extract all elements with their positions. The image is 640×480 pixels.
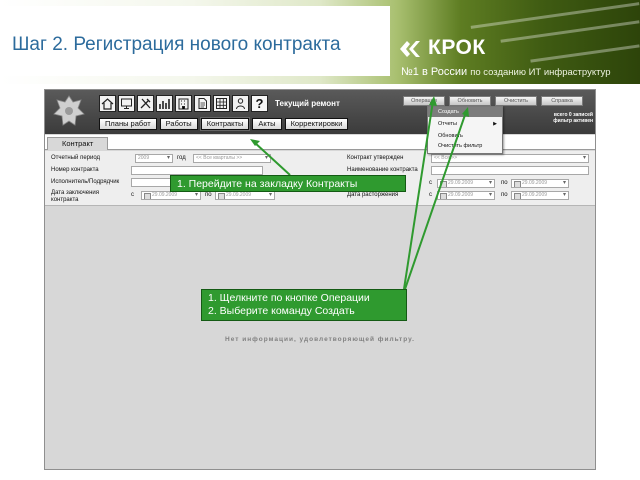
tagline-main: №1 в России — [401, 66, 468, 78]
menu-item-reports-label: Отчеты — [438, 121, 458, 127]
termination-date-label: Дата расторжения — [347, 192, 399, 198]
contract-name-input[interactable] — [431, 166, 589, 175]
record-count-text: всего 0 записей фильтр активен — [553, 112, 593, 124]
chart-icon[interactable] — [156, 95, 173, 112]
sub-tabs: Контракт — [45, 135, 595, 150]
submenu-arrow-icon: ▶ — [493, 121, 497, 127]
year-label: год — [177, 155, 186, 161]
date-to-label: по — [501, 180, 508, 186]
croc-logo: КРОК — [398, 36, 488, 62]
conclusion-from-label: с — [131, 192, 134, 198]
help-button[interactable]: Справка — [541, 96, 583, 106]
contract-number-label: Номер контракта — [51, 167, 99, 173]
callout-contracts-tab: 1. Перейдите на закладку Контракты — [170, 175, 406, 192]
tab-plans[interactable]: Планы работ — [99, 118, 157, 130]
top-buttons: Операции Обновить Очистить Справка — [403, 96, 583, 106]
empty-result-message: Нет информации, удовлетворяющей фильтру. — [225, 336, 415, 343]
app-window: ? Текущий ремонт Планы работ Работы Конт… — [44, 89, 596, 470]
date-to-input[interactable]: 29.09.2009 — [511, 179, 569, 188]
callout-line-1: 1. Щелкните по кнопке Операции — [208, 292, 370, 304]
termination-date-to[interactable]: 29.09.2009 — [511, 191, 569, 200]
slide-header: Шаг 2. Регистрация нового контракта КРОК… — [0, 0, 640, 84]
conclusion-date-to[interactable]: 29.09.2009 — [215, 191, 275, 200]
slide-title: Шаг 2. Регистрация нового контракта — [0, 6, 390, 76]
callout-line-2: 2. Выберите команду Создать — [208, 305, 355, 317]
home-icon[interactable] — [99, 95, 116, 112]
toolbar-icons: ? — [99, 95, 268, 112]
clear-button[interactable]: Очистить — [495, 96, 537, 106]
callout-create-contract: 1. Щелкните по кнопке Операции 2. Выбери… — [201, 289, 407, 321]
tab-acts[interactable]: Акты — [252, 118, 282, 130]
conclusion-to-label: по — [205, 192, 212, 198]
approved-label: Контракт утвержден — [347, 155, 404, 161]
logo-text: КРОК — [428, 36, 486, 59]
date-from-label: с — [429, 180, 432, 186]
contract-number-input[interactable] — [131, 166, 263, 175]
contract-name-label: Наименование контракта — [347, 167, 418, 173]
date-from-input[interactable]: 29.09.2009 — [437, 179, 495, 188]
main-nav-tabs: Планы работ Работы Контракты Акты Коррек… — [99, 117, 349, 131]
termination-to-label: по — [501, 192, 508, 198]
document-icon[interactable] — [194, 95, 211, 112]
person-icon[interactable] — [232, 95, 249, 112]
menu-item-create[interactable]: Создать — [428, 107, 502, 117]
help-icon[interactable]: ? — [251, 95, 268, 112]
contractor-label: Исполнитель/Подрядчик — [51, 179, 120, 185]
croc-logo-icon — [400, 41, 420, 57]
eagle-emblem-icon — [53, 95, 85, 126]
conclusion-date-label: Дата заключения контракта — [51, 190, 99, 203]
tagline-sub: по созданию ИТ инфраструктур — [470, 67, 611, 78]
period-label: Отчетный период — [51, 155, 101, 161]
tab-contract[interactable]: Контракт — [47, 137, 109, 150]
app-header: ? Текущий ремонт Планы работ Работы Конт… — [45, 90, 595, 134]
operations-menu: Создать Отчеты ▶ Обновить Очистить фильт… — [427, 106, 503, 154]
approved-select[interactable]: << Все >> — [431, 154, 589, 163]
menu-item-refresh[interactable]: Обновить — [428, 131, 502, 141]
year-select[interactable]: 2009 — [135, 154, 173, 163]
menu-item-reports[interactable]: Отчеты ▶ — [428, 119, 502, 129]
tab-corrections[interactable]: Корректировки — [284, 118, 349, 130]
conclusion-date-from[interactable]: 29.09.2009 — [141, 191, 201, 200]
operations-button[interactable]: Операции — [403, 96, 445, 106]
grid-icon[interactable] — [213, 95, 230, 112]
termination-date-from[interactable]: 29.09.2009 — [437, 191, 495, 200]
termination-from-label: с — [429, 192, 432, 198]
monitor-icon[interactable] — [118, 95, 135, 112]
quarter-select[interactable]: << Все кварталы >> — [193, 154, 271, 163]
section-title: Текущий ремонт — [275, 99, 340, 108]
tagline: №1 в России по созданию ИТ инфраструктур — [401, 66, 610, 78]
tab-works[interactable]: Работы — [159, 118, 198, 130]
refresh-button[interactable]: Обновить — [449, 96, 491, 106]
tools-icon[interactable] — [137, 95, 154, 112]
building-icon[interactable] — [175, 95, 192, 112]
record-count: всего 0 записей фильтр активен — [533, 112, 593, 124]
menu-item-clear-filter[interactable]: Очистить фильтр — [428, 141, 502, 151]
tab-contracts[interactable]: Контракты — [199, 117, 251, 131]
